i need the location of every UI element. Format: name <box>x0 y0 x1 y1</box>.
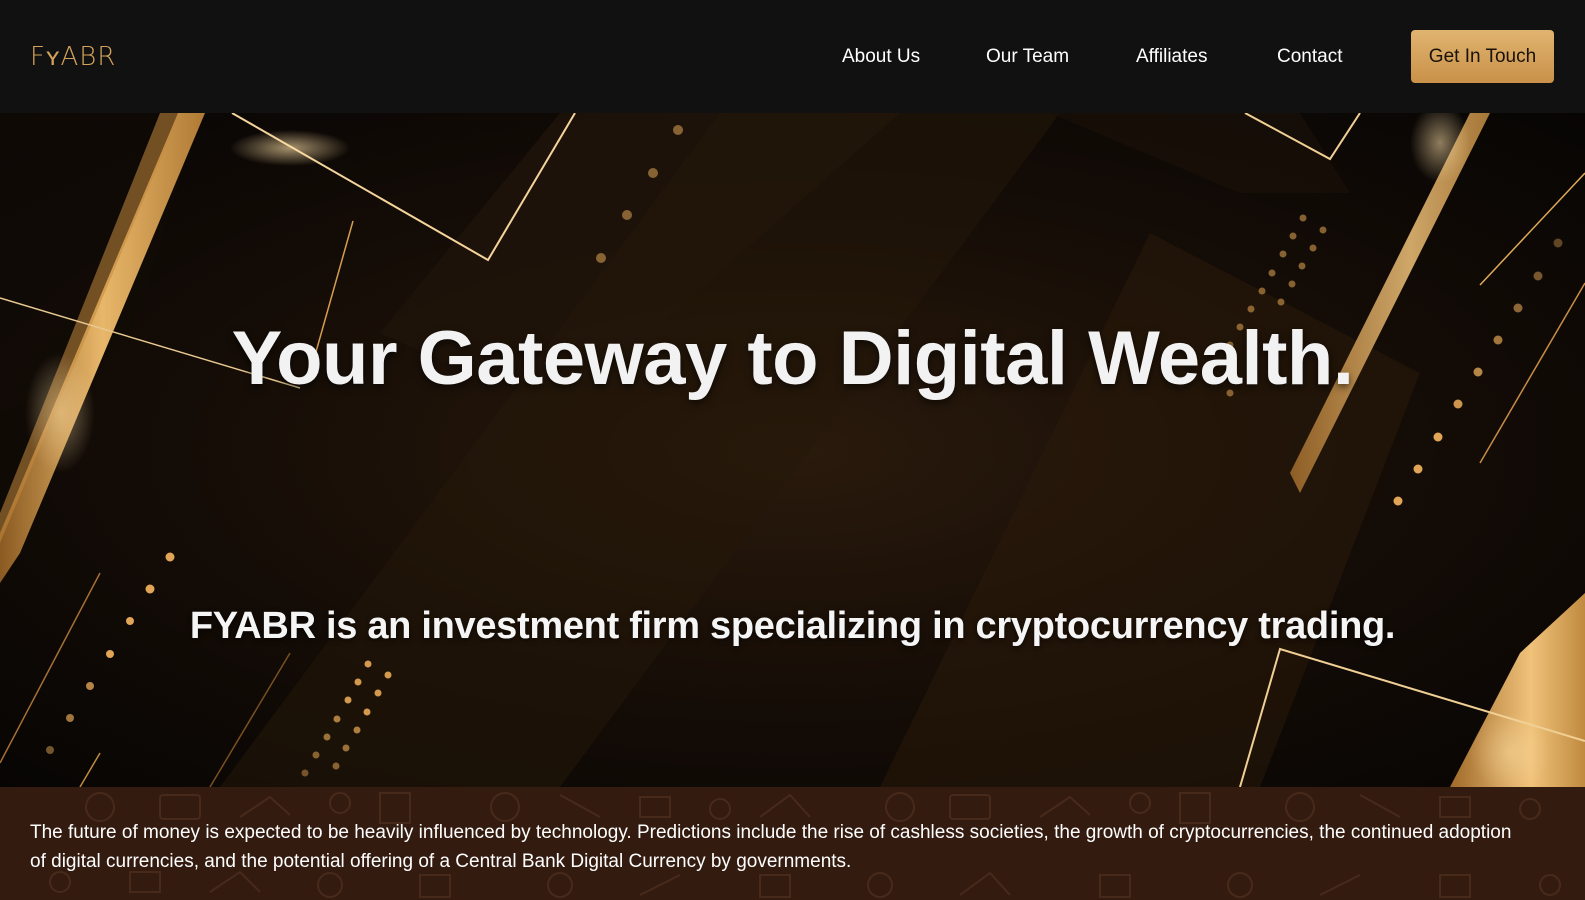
info-paragraph: The future of money is expected to be he… <box>30 822 1512 872</box>
hero-background-graphic <box>0 113 1585 787</box>
brand-logo-text: FʏABR <box>30 41 117 72</box>
info-band: The future of money is expected to be he… <box>0 787 1585 900</box>
nav-link-contact[interactable]: Contact <box>1277 46 1342 68</box>
hero-section: Your Gateway to Digital Wealth. FYABR is… <box>0 113 1585 787</box>
top-navbar: FʏABR About Us Our Team Affiliates Conta… <box>0 0 1585 113</box>
hero-subtitle: FYABR is an investment firm specializing… <box>189 605 1396 647</box>
brand-logo[interactable]: FʏABR <box>30 41 117 72</box>
nav-link-affiliates[interactable]: Affiliates <box>1136 46 1207 68</box>
nav-link-our-team[interactable]: Our Team <box>986 46 1069 68</box>
hero-title: Your Gateway to Digital Wealth. <box>231 316 1354 401</box>
nav-link-about-us[interactable]: About Us <box>842 46 920 68</box>
get-in-touch-button[interactable]: Get In Touch <box>1411 30 1554 83</box>
